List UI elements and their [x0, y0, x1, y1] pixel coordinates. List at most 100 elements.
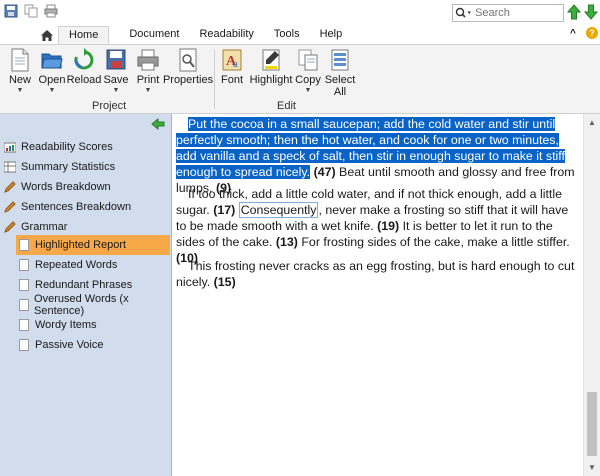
- reload-icon: [74, 48, 94, 70]
- word-count-badge: (19): [377, 219, 400, 233]
- paragraph-1[interactable]: Put the cocoa in a small saucepan; add t…: [176, 116, 580, 196]
- font-button[interactable]: Aa Font: [212, 48, 252, 102]
- highlighter-icon: [262, 49, 280, 71]
- open-label: Open: [38, 74, 66, 86]
- floppy-icon: [106, 49, 126, 70]
- quick-access-toolbar: [4, 4, 58, 18]
- sidebar-item-passive-voice[interactable]: Passive Voice: [16, 335, 170, 355]
- copy-label: Copy: [295, 74, 321, 86]
- sidebar-item-words-breakdown[interactable]: Words Breakdown: [4, 177, 170, 197]
- copy-icon[interactable]: [24, 4, 38, 18]
- tab-home[interactable]: Home: [58, 26, 110, 44]
- properties-button[interactable]: Properties: [162, 48, 214, 102]
- chevron-down-icon: ▼: [144, 87, 152, 94]
- folder-open-icon: [41, 53, 63, 69]
- sidebar-item-label: Passive Voice: [35, 339, 104, 351]
- print-icon[interactable]: [44, 4, 58, 18]
- help-icon[interactable]: ?: [586, 27, 598, 39]
- word-count-badge: (13): [275, 235, 298, 249]
- select-all-label-2: All: [333, 86, 347, 98]
- sidebar-item-highlighted-report[interactable]: Highlighted Report: [16, 235, 170, 255]
- arrow-down-icon[interactable]: [584, 4, 598, 20]
- arrow-up-icon[interactable]: [567, 4, 581, 20]
- save-icon[interactable]: [4, 4, 18, 18]
- printer-icon: [137, 49, 159, 71]
- search-icon[interactable]: [453, 5, 475, 21]
- scrollbar-thumb[interactable]: [587, 392, 597, 456]
- edit-group-label: Edit: [277, 100, 296, 112]
- sidebar-item-label: Readability Scores: [21, 141, 113, 153]
- collapse-ribbon-icon[interactable]: ^: [570, 28, 576, 39]
- word-count-badge: (47): [313, 165, 336, 179]
- sidebar-item-label: Overused Words (x Sentence): [34, 293, 129, 317]
- sidebar-item-grammar[interactable]: Grammar: [4, 217, 170, 237]
- title-bar: Home Document Readability Tools Help ^ ?: [0, 0, 600, 44]
- tab-readability[interactable]: Readability: [189, 26, 263, 44]
- sidebar-item-summary-statistics[interactable]: Summary Statistics: [4, 157, 170, 177]
- new-document-icon: [11, 48, 29, 72]
- report-view[interactable]: Put the cocoa in a small saucepan; add t…: [173, 114, 583, 476]
- paragraph-3[interactable]: This frosting never cracks as an egg fro…: [176, 258, 580, 290]
- tab-tools[interactable]: Tools: [264, 26, 310, 44]
- save-label: Save: [103, 74, 129, 86]
- page-icon: [18, 319, 30, 331]
- search-input[interactable]: [475, 7, 555, 19]
- sidebar-item-label: Grammar: [21, 221, 68, 233]
- scroll-down-icon[interactable]: ▼: [584, 459, 600, 475]
- back-arrow-icon[interactable]: [151, 118, 165, 130]
- sidebar-item-label: Summary Statistics: [21, 161, 116, 173]
- search-box[interactable]: [452, 4, 564, 22]
- sidebar-item-overused-words[interactable]: Overused Words (x Sentence): [16, 293, 170, 317]
- select-all-label-1: Select: [324, 74, 356, 86]
- select-all-button[interactable]: Select All: [320, 48, 360, 102]
- sidebar: Readability Scores Summary Statistics Wo…: [0, 114, 172, 476]
- sidebar-item-sentences-breakdown[interactable]: Sentences Breakdown: [4, 197, 170, 217]
- tab-document[interactable]: Document: [119, 26, 189, 44]
- copy-document-icon: [298, 49, 318, 71]
- sidebar-item-label: Repeated Words: [35, 259, 118, 271]
- flagged-word[interactable]: Consequently: [238, 202, 319, 218]
- word-count-badge: (15): [213, 275, 236, 289]
- sidebar-item-repeated-words[interactable]: Repeated Words: [16, 255, 170, 275]
- page-icon: [18, 299, 29, 311]
- sidebar-item-label: Redundant Phrases: [35, 279, 133, 291]
- new-label: New: [8, 74, 31, 86]
- svg-text:a: a: [233, 58, 238, 70]
- sentence[interactable]: This frosting never cracks as an egg fro…: [176, 259, 574, 289]
- chevron-down-icon: ▼: [48, 87, 56, 94]
- page-icon: [18, 339, 30, 351]
- pencil-icon: [4, 221, 16, 233]
- print-label: Print: [136, 74, 160, 86]
- scroll-up-icon[interactable]: ▲: [584, 114, 600, 130]
- sidebar-item-readability-scores[interactable]: Readability Scores: [4, 137, 170, 157]
- highlight-label: Highlight: [249, 74, 293, 86]
- pencil-icon: [4, 201, 16, 213]
- page-icon: [18, 239, 30, 251]
- select-all-icon: [331, 49, 349, 71]
- sidebar-item-redundant-phrases[interactable]: Redundant Phrases: [16, 275, 170, 295]
- scores-icon: [4, 141, 16, 153]
- paragraph-2[interactable]: If too thick, add a little cold water, a…: [176, 186, 580, 266]
- sidebar-item-label: Highlighted Report: [35, 239, 127, 251]
- font-label: Font: [220, 74, 243, 86]
- tab-help[interactable]: Help: [310, 26, 353, 44]
- sidebar-item-label: Words Breakdown: [21, 181, 111, 193]
- chevron-down-icon: ▼: [304, 87, 312, 94]
- properties-label: Properties: [162, 74, 214, 86]
- sentence[interactable]: For frosting sides of the cake, make a l…: [298, 235, 569, 249]
- chevron-down-icon: ▼: [16, 87, 24, 94]
- sidebar-item-label: Sentences Breakdown: [21, 201, 132, 213]
- pencil-icon: [4, 181, 16, 193]
- sidebar-item-label: Wordy Items: [35, 319, 97, 331]
- home-icon[interactable]: [36, 26, 58, 44]
- ribbon: New ▼ Open ▼ Reload Save ▼ Print ▼ Prope…: [0, 44, 600, 114]
- ribbon-tabs: Home Document Readability Tools Help: [36, 26, 352, 44]
- chevron-down-icon: ▼: [112, 87, 120, 94]
- sidebar-item-wordy-items[interactable]: Wordy Items: [16, 315, 170, 335]
- statistics-icon: [4, 161, 16, 173]
- properties-icon: [179, 48, 197, 72]
- word-count-badge: (17): [213, 203, 236, 217]
- page-icon: [18, 279, 30, 291]
- project-group-label: Project: [92, 100, 127, 112]
- vertical-scrollbar[interactable]: ▲ ▼: [583, 114, 600, 476]
